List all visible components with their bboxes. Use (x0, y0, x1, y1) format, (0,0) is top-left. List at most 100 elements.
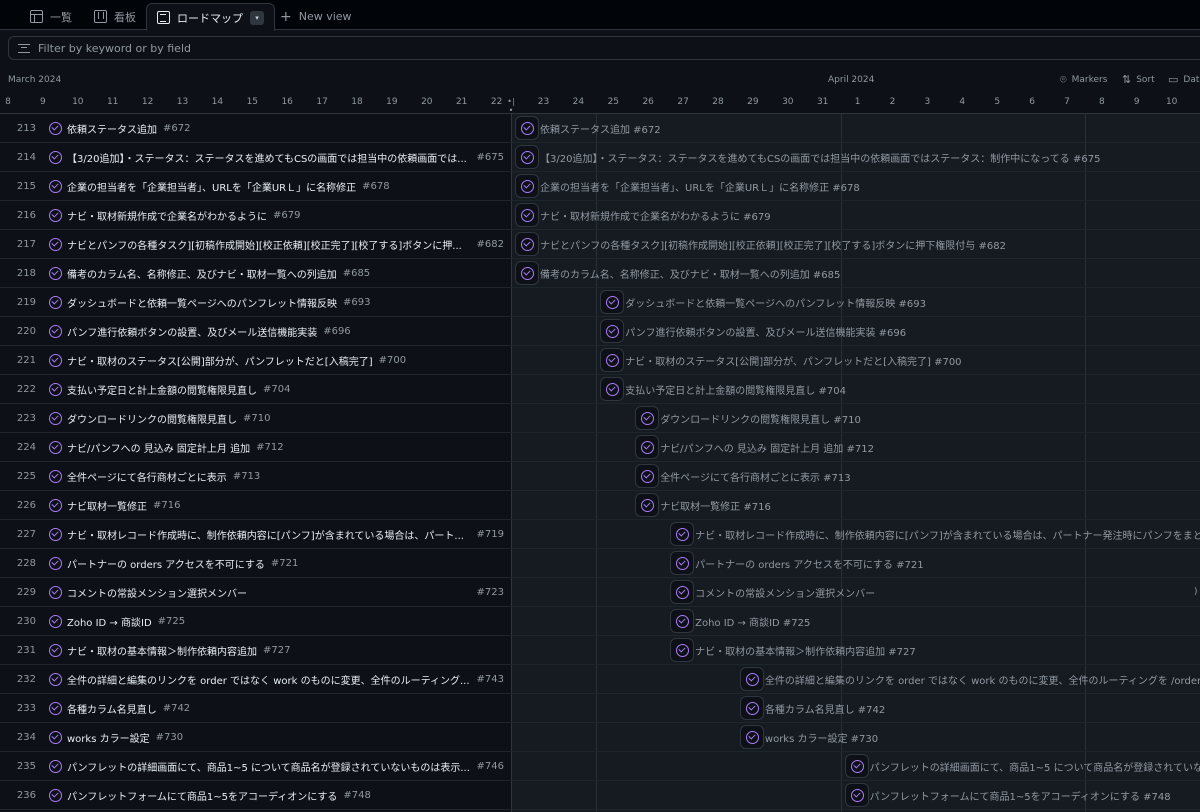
table-row[interactable]: 215 企業の担当者を「企業担当者」、URLを「企業URＬ」に名称修正 #678 (0, 172, 512, 201)
roadmap-item-bar[interactable]: 各種カラム名見直し #742 (739, 696, 885, 720)
table-row[interactable]: 224 ナビ/パンフへの 見込み 固定計上月 追加 #712 (0, 433, 512, 462)
roadmap-item-bar[interactable]: ナビ/パンフへの 見込み 固定計上月 追加 #712 (635, 435, 874, 459)
issue-number[interactable]: #678 (362, 181, 389, 192)
roadmap-item-bar[interactable]: ナビ・取材のステータス[公開]部分が、パンフレットだと[入稿完了] #700 (600, 348, 962, 372)
roadmap-item-bar[interactable]: 全件の詳細と編集のリンクを order ではなく work のものに変更、全件の… (739, 667, 1200, 691)
issue-number[interactable]: #682 (477, 239, 504, 250)
roadmap-item-bar[interactable]: 支払い予定日と計上金額の閲覧権限見直し #704 (600, 377, 846, 401)
issue-number[interactable]: #748 (343, 790, 370, 801)
roadmap-item-bar[interactable]: 全件ページにて各行商材ごとに表示 #713 (635, 464, 851, 488)
issue-title[interactable]: パンフレットの詳細画面にて、商品1~5 について商品名が登録されていないものは表… (67, 759, 470, 774)
table-row[interactable]: 213 依頼ステータス追加 #672 (0, 114, 512, 143)
table-row[interactable]: 231 ナビ・取材の基本情報＞制作依頼内容追加 #727 (0, 636, 512, 665)
table-row[interactable]: 225 全件ページにて各行商材ごとに表示 #713 (0, 462, 512, 491)
roadmap-item-bar[interactable]: ナビ・取材レコード作成時に、制作依頼内容に[パンフ]が含まれている場合は、パート… (670, 522, 1200, 546)
table-row[interactable]: 229 コメントの常設メンション選択メンバー #723 (0, 578, 512, 607)
issue-number[interactable]: #725 (158, 616, 185, 627)
tab-list[interactable]: 一覧 (20, 3, 82, 30)
issue-title[interactable]: 全件の詳細と編集のリンクを order ではなく work のものに変更、全件の… (67, 672, 470, 687)
issue-number[interactable]: #704 (263, 384, 290, 395)
table-row[interactable]: 236 パンフレットフォームにて商品1~5をアコーディオンにする #748 (0, 781, 512, 810)
table-row[interactable]: 228 パートナーの orders アクセスを不可にする #721 (0, 549, 512, 578)
roadmap-item-bar[interactable]: ナビとパンフの各種タスク][初稿作成開始][校正依頼][校正完了][校了する]ボ… (515, 232, 1006, 256)
table-row[interactable]: 230 Zoho ID → 商談ID #725 (0, 607, 512, 636)
roadmap-item-bar[interactable]: 【3/20追加】・ステータス：ステータスを進めてもCSの画面では担当中の依頼画面… (515, 145, 1100, 169)
roadmap-item-bar[interactable]: works カラー設定 #730 (739, 725, 878, 749)
roadmap-item-bar[interactable]: パンフ進行依頼ボタンの設置、及びメール送信機能実装 #696 (600, 319, 906, 343)
roadmap-item-bar[interactable]: Zoho ID → 商談ID #725 (670, 609, 810, 633)
issue-number[interactable]: #716 (153, 500, 180, 511)
issue-title[interactable]: 企業の担当者を「企業担当者」、URLを「企業URＬ」に名称修正 (67, 179, 356, 194)
issue-title[interactable]: パンフ進行依頼ボタンの設置、及びメール送信機能実装 (67, 324, 317, 339)
roadmap-item-bar[interactable]: ナビ取材一覧修正 #716 (635, 493, 771, 517)
sort-button[interactable]: ⇅ Sort (1122, 73, 1155, 86)
filter-input[interactable]: Filter by keyword or by field (8, 36, 1200, 60)
table-row[interactable]: 235 パンフレットの詳細画面にて、商品1~5 について商品名が登録されていないも… (0, 752, 512, 781)
roadmap-item-bar[interactable]: 企業の担当者を「企業担当者」、URLを「企業URＬ」に名称修正 #678 (515, 174, 860, 198)
table-row[interactable]: 221 ナビ・取材のステータス[公開]部分が、パンフレットだと[入稿完了] #700 (0, 346, 512, 375)
issue-title[interactable]: 支払い予定日と計上金額の閲覧権限見直し (67, 382, 257, 397)
roadmap-item-bar[interactable]: ナビ・取材の基本情報＞制作依頼内容追加 #727 (670, 638, 916, 662)
table-row[interactable]: 234 works カラー設定 #730 (0, 723, 512, 752)
issue-title[interactable]: ナビ取材一覧修正 (67, 498, 147, 513)
issue-title[interactable]: コメントの常設メンション選択メンバー (67, 585, 247, 600)
issue-title[interactable]: パンフレットフォームにて商品1~5をアコーディオンにする (67, 788, 337, 803)
issue-number[interactable]: #675 (477, 152, 504, 163)
issue-number[interactable]: #679 (273, 210, 300, 221)
issue-title[interactable]: ナビ・取材レコード作成時に、制作依頼内容に[パンフ]が含まれている場合は、パート… (67, 527, 464, 542)
issue-number[interactable]: #710 (243, 413, 270, 424)
issue-title[interactable]: Zoho ID → 商談ID (67, 614, 152, 629)
issue-title[interactable]: ナビとパンフの各種タスク][初稿作成開始][校正依頼][校正完了][校了する]ボ… (67, 237, 462, 252)
issue-number[interactable]: #696 (323, 326, 350, 337)
issue-title[interactable]: ダウンロードリンクの閲覧権限見直し (67, 411, 237, 426)
table-row[interactable]: 227 ナビ・取材レコード作成時に、制作依頼内容に[パンフ]が含まれている場合は、… (0, 520, 512, 549)
roadmap-item-bar[interactable]: 依頼ステータス追加 #672 (515, 116, 661, 140)
issue-number[interactable]: #719 (477, 529, 504, 540)
issue-number[interactable]: #727 (263, 645, 290, 656)
new-view-button[interactable]: + New view (270, 3, 362, 30)
table-row[interactable]: 233 各種カラム名見直し #742 (0, 694, 512, 723)
table-row[interactable]: 226 ナビ取材一覧修正 #716 (0, 491, 512, 520)
issue-number[interactable]: #700 (379, 355, 406, 366)
issue-title[interactable]: 【3/20追加】・ステータス：ステータスを進めてもCSの画面では担当中の依頼画面… (67, 150, 467, 165)
issue-title[interactable]: 各種カラム名見直し (67, 701, 157, 716)
roadmap-item-bar[interactable]: パンフレットの詳細画面にて、商品1~5 について商品名が登録されていないも (844, 754, 1200, 778)
roadmap-item-bar[interactable]: ナビ・取材新規作成で企業名がわかるように #679 (515, 203, 771, 227)
issue-title[interactable]: ナビ・取材新規作成で企業名がわかるように (67, 208, 267, 223)
table-row[interactable]: 214 【3/20追加】・ステータス：ステータスを進めてもCSの画面では担当中の依… (0, 143, 512, 172)
table-row[interactable]: 220 パンフ進行依頼ボタンの設置、及びメール送信機能実装 #696 (0, 317, 512, 346)
tab-roadmap[interactable]: ロードマップ ▾ (146, 3, 275, 31)
issue-title[interactable]: 依頼ステータス追加 (67, 121, 157, 136)
table-row[interactable]: 232 全件の詳細と編集のリンクを order ではなく work のものに変更、… (0, 665, 512, 694)
roadmap-item-bar[interactable]: ダウンロードリンクの閲覧権限見直し #710 (635, 406, 861, 430)
issue-number[interactable]: #713 (233, 471, 260, 482)
table-row[interactable]: 217 ナビとパンフの各種タスク][初稿作成開始][校正依頼][校正完了][校了す… (0, 230, 512, 259)
issue-title[interactable]: ナビ・取材のステータス[公開]部分が、パンフレットだと[入稿完了] (67, 353, 373, 368)
table-row[interactable]: 223 ダウンロードリンクの閲覧権限見直し #710 (0, 404, 512, 433)
table-row[interactable]: 219 ダッシュボードと依頼一覧ページへのパンフレット情報反映 #693 (0, 288, 512, 317)
markers-button[interactable]: ⌾ Markers (1060, 73, 1107, 87)
date-fields-button[interactable]: ▭ Dat (1168, 73, 1199, 86)
issue-number[interactable]: #743 (477, 674, 504, 685)
roadmap-item-bar[interactable]: 備考のカラム名、名称修正、及びナビ・取材一覧への列追加 #685 (515, 261, 840, 285)
issue-title[interactable]: 備考のカラム名、名称修正、及びナビ・取材一覧への列追加 (67, 266, 337, 281)
issue-title[interactable]: works カラー設定 (67, 730, 150, 745)
tab-board[interactable]: 看板 (84, 3, 146, 30)
issue-number[interactable]: #685 (343, 268, 370, 279)
issue-title[interactable]: パートナーの orders アクセスを不可にする (67, 556, 265, 571)
chevron-down-icon[interactable]: ▾ (250, 10, 264, 25)
issue-number[interactable]: #712 (256, 442, 283, 453)
issue-title[interactable]: 全件ページにて各行商材ごとに表示 (67, 469, 227, 484)
roadmap-item-bar[interactable]: パンフレットフォームにて商品1~5をアコーディオンにする #748 (844, 783, 1171, 807)
roadmap-item-bar[interactable]: ダッシュボードと依頼一覧ページへのパンフレット情報反映 #693 (600, 290, 926, 314)
roadmap-item-bar[interactable]: パートナーの orders アクセスを不可にする #721 (670, 551, 924, 575)
issue-number[interactable]: #672 (163, 123, 190, 134)
issue-number[interactable]: #746 (477, 761, 504, 772)
issue-number[interactable]: #742 (163, 703, 190, 714)
issue-number[interactable]: #693 (343, 297, 370, 308)
issue-number[interactable]: #723 (477, 587, 504, 598)
issue-title[interactable]: ダッシュボードと依頼一覧ページへのパンフレット情報反映 (67, 295, 337, 310)
roadmap-item-bar[interactable]: コメントの常設メンション選択メンバー (670, 580, 875, 604)
issue-title[interactable]: ナビ/パンフへの 見込み 固定計上月 追加 (67, 440, 250, 455)
table-row[interactable]: 222 支払い予定日と計上金額の閲覧権限見直し #704 (0, 375, 512, 404)
